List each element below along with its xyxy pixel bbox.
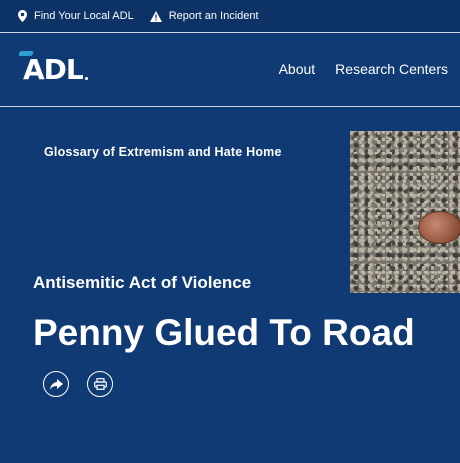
print-icon	[93, 378, 107, 390]
report-incident-link[interactable]: Report an Incident	[149, 10, 259, 22]
share-icon	[49, 378, 63, 390]
print-button[interactable]	[87, 371, 113, 397]
site-header: ADL About Research Centers	[0, 34, 460, 107]
hero-image	[350, 131, 460, 293]
warning-triangle-icon	[149, 10, 162, 22]
find-local-adl-link[interactable]: Find Your Local ADL	[18, 10, 134, 22]
find-local-adl-label: Find Your Local ADL	[34, 10, 134, 22]
nav-research-centers[interactable]: Research Centers	[335, 61, 448, 77]
breadcrumb[interactable]: Glossary of Extremism and Hate Home	[44, 145, 282, 159]
main-nav: About Research Centers	[259, 61, 448, 77]
page-title: Penny Glued To Road	[33, 312, 415, 353]
penny-on-road	[418, 211, 460, 244]
report-incident-label: Report an Incident	[168, 10, 259, 22]
logo-dot	[85, 77, 88, 80]
location-pin-icon	[18, 10, 27, 22]
category-label: Antisemitic Act of Violence	[33, 273, 252, 292]
utility-bar: Find Your Local ADL Report an Incident	[0, 0, 460, 33]
share-button[interactable]	[43, 371, 69, 397]
nav-about[interactable]: About	[279, 61, 316, 77]
adl-logo[interactable]: ADL	[23, 53, 84, 86]
